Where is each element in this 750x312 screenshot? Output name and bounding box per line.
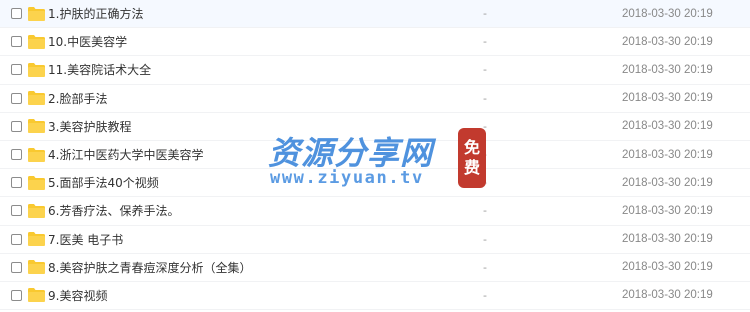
row-checkbox[interactable] xyxy=(11,92,22,104)
file-modified-date: 2018-03-30 20:19 xyxy=(622,176,713,189)
row-checkbox[interactable] xyxy=(11,233,22,245)
file-size: - xyxy=(483,260,487,274)
file-name[interactable]: 3.美容护肤教程 xyxy=(48,118,131,135)
folder-icon xyxy=(28,62,45,77)
row-checkbox[interactable] xyxy=(11,149,22,161)
file-row[interactable]: 5.面部手法40个视频 - 2018-03-30 20:19 xyxy=(0,169,750,198)
folder-icon xyxy=(28,203,45,218)
file-name[interactable]: 11.美容院话术大全 xyxy=(48,61,151,78)
file-modified-date: 2018-03-30 20:19 xyxy=(622,204,713,217)
folder-icon xyxy=(28,119,45,134)
row-checkbox[interactable] xyxy=(11,289,22,301)
file-size: - xyxy=(483,91,487,105)
file-row[interactable]: 8.美容护肤之青春痘深度分析（全集） - 2018-03-30 20:19 xyxy=(0,254,750,282)
file-size: - xyxy=(483,7,487,21)
file-modified-date: 2018-03-30 20:19 xyxy=(622,35,713,48)
file-size: - xyxy=(483,148,487,162)
folder-icon xyxy=(28,34,45,49)
row-checkbox[interactable] xyxy=(11,177,22,189)
row-checkbox[interactable] xyxy=(11,8,22,20)
file-row[interactable]: 11.美容院话术大全 - 2018-03-30 20:19 xyxy=(0,56,750,85)
file-name[interactable]: 4.浙江中医药大学中医美容学 xyxy=(48,146,203,163)
file-name[interactable]: 6.芳香疗法、保养手法。 xyxy=(48,202,179,219)
row-checkbox[interactable] xyxy=(11,36,22,48)
file-row[interactable]: 7.医美 电子书 - 2018-03-30 20:19 xyxy=(0,226,750,254)
file-size: - xyxy=(483,288,487,302)
row-checkbox[interactable] xyxy=(11,205,22,217)
file-modified-date: 2018-03-30 20:19 xyxy=(622,233,713,246)
file-row[interactable]: 3.美容护肤教程 - 2018-03-30 20:19 xyxy=(0,113,750,141)
file-row[interactable]: 6.芳香疗法、保养手法。 - 2018-03-30 20:19 xyxy=(0,197,750,226)
row-checkbox[interactable] xyxy=(11,261,22,273)
folder-icon xyxy=(28,6,45,21)
file-size: - xyxy=(483,35,487,49)
row-checkbox[interactable] xyxy=(11,120,22,132)
file-row[interactable]: 4.浙江中医药大学中医美容学 - 2018-03-30 20:19 xyxy=(0,141,750,170)
folder-icon xyxy=(28,260,45,275)
folder-icon xyxy=(28,232,45,247)
file-size: - xyxy=(483,204,487,218)
file-modified-date: 2018-03-30 20:19 xyxy=(622,120,713,133)
file-row[interactable]: 2.脸部手法 - 2018-03-30 20:19 xyxy=(0,85,750,113)
row-checkbox[interactable] xyxy=(11,64,22,76)
file-size: - xyxy=(483,176,487,190)
folder-icon xyxy=(28,147,45,162)
file-name[interactable]: 9.美容视频 xyxy=(48,287,107,304)
folder-icon xyxy=(28,288,45,303)
file-modified-date: 2018-03-30 20:19 xyxy=(622,289,713,302)
file-row[interactable]: 10.中医美容学 - 2018-03-30 20:19 xyxy=(0,28,750,57)
file-name[interactable]: 1.护肤的正确方法 xyxy=(48,5,143,22)
file-list: 1.护肤的正确方法 - 2018-03-30 20:19 10.中医美容学 - … xyxy=(0,0,750,311)
file-name[interactable]: 8.美容护肤之青春痘深度分析（全集） xyxy=(48,259,251,276)
file-row[interactable]: 1.护肤的正确方法 - 2018-03-30 20:19 xyxy=(0,0,750,29)
file-modified-date: 2018-03-30 20:19 xyxy=(622,261,713,274)
file-row[interactable]: 9.美容视频 - 2018-03-30 20:19 xyxy=(0,282,750,311)
file-modified-date: 2018-03-30 20:19 xyxy=(622,92,713,105)
folder-icon xyxy=(28,91,45,106)
file-name[interactable]: 2.脸部手法 xyxy=(48,90,107,107)
file-size: - xyxy=(483,63,487,77)
file-modified-date: 2018-03-30 20:19 xyxy=(622,63,713,76)
file-name[interactable]: 7.医美 电子书 xyxy=(48,231,123,248)
file-modified-date: 2018-03-30 20:19 xyxy=(622,148,713,161)
file-name[interactable]: 5.面部手法40个视频 xyxy=(48,174,159,191)
file-modified-date: 2018-03-30 20:19 xyxy=(622,7,713,20)
file-size: - xyxy=(483,232,487,246)
file-name[interactable]: 10.中医美容学 xyxy=(48,33,127,50)
file-size: - xyxy=(483,119,487,133)
folder-icon xyxy=(28,175,45,190)
